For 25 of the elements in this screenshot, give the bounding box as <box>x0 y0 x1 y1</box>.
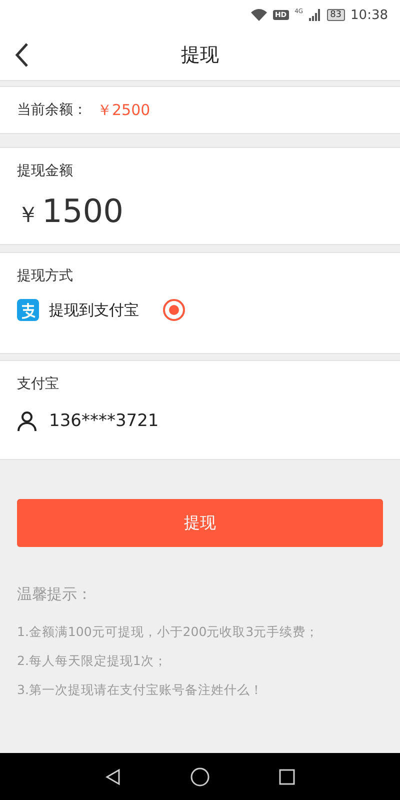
currency-symbol: ￥ <box>17 202 39 230</box>
back-nav-icon[interactable] <box>104 768 122 786</box>
battery-level: 83 <box>327 9 345 21</box>
recents-icon[interactable] <box>278 768 296 786</box>
option-label: 提现到支付宝 <box>49 300 139 320</box>
payment-app-icon <box>17 299 39 321</box>
page-title: 提现 <box>181 43 219 68</box>
balance-label: 当前余额： <box>17 101 87 119</box>
amount-value[interactable]: 1500 <box>42 192 124 230</box>
user-icon <box>17 411 37 431</box>
tip-text: 1.金额满100元可提现，小于200元收取3元手续费； <box>17 624 320 641</box>
wifi-icon <box>250 9 267 21</box>
amount-label: 提现金额 <box>17 162 74 180</box>
back-icon[interactable] <box>14 42 30 68</box>
account-input[interactable]: 136****3721 <box>49 411 349 431</box>
home-icon[interactable] <box>190 766 210 786</box>
tips-title: 温馨提示： <box>17 585 93 604</box>
balance-value: ￥2500 <box>97 100 150 120</box>
signal-icon <box>309 9 322 21</box>
tip-text: 3.第一次提现请在支付宝账号备注姓什么！ <box>17 682 264 699</box>
account-label: 支付宝 <box>17 375 60 393</box>
tip-text: 2.每人每天限定提现1次； <box>17 653 168 670</box>
method-label: 提现方式 <box>17 267 74 285</box>
status-time: 10:38 <box>350 8 388 22</box>
radio-button[interactable] <box>163 299 185 321</box>
